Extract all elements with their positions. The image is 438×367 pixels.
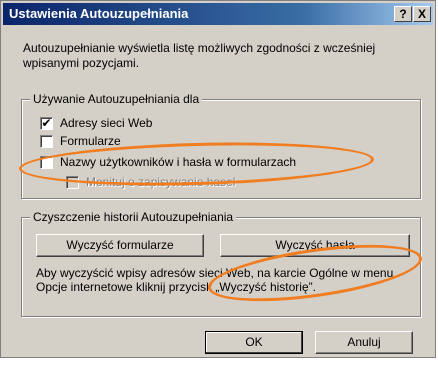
checkbox-label[interactable]: Adresy sieci Web [60, 116, 152, 130]
clear-passwords-button[interactable]: Wyczyść hasła [220, 234, 410, 257]
description-text: Autouzupełnianie wyświetla listę możliwy… [23, 41, 376, 70]
clear-history-note: Aby wyczyścić wpisy adresów sieci Web, n… [36, 266, 394, 294]
checkbox-box[interactable]: ✔ [40, 117, 53, 130]
checkbox-box[interactable] [40, 156, 53, 169]
checkbox-label[interactable]: Nazwy użytkowników i hasła w formularzac… [60, 155, 296, 169]
help-button[interactable]: ? [394, 6, 412, 22]
use-autocomplete-group: Używanie Autouzupełniania dla ✔ Adresy s… [21, 92, 421, 199]
checkbox-box [66, 176, 79, 189]
checkbox-label: Monituj o zapisywanie haseł [86, 175, 236, 189]
window-title: Ustawienia Autouzupełniania [9, 6, 189, 21]
autocomplete-settings-dialog: Ustawienia Autouzupełniania ? X Autouzup… [0, 0, 436, 358]
title-bar[interactable]: Ustawienia Autouzupełniania ? X [3, 3, 433, 25]
ok-button[interactable]: OK [205, 331, 303, 354]
group-legend-clear: Czyszczenie historii Autouzupełniania [30, 210, 237, 224]
cancel-button[interactable]: Anuluj [315, 331, 413, 354]
group-legend-use: Używanie Autouzupełniania dla [30, 92, 203, 106]
checkbox-box[interactable] [40, 135, 53, 148]
close-button[interactable]: X [413, 6, 431, 22]
clear-history-group: Czyszczenie historii Autouzupełniania Wy… [21, 210, 421, 317]
checkbox-label[interactable]: Formularze [60, 134, 121, 148]
clear-forms-button[interactable]: Wyczyść formularze [36, 234, 204, 257]
